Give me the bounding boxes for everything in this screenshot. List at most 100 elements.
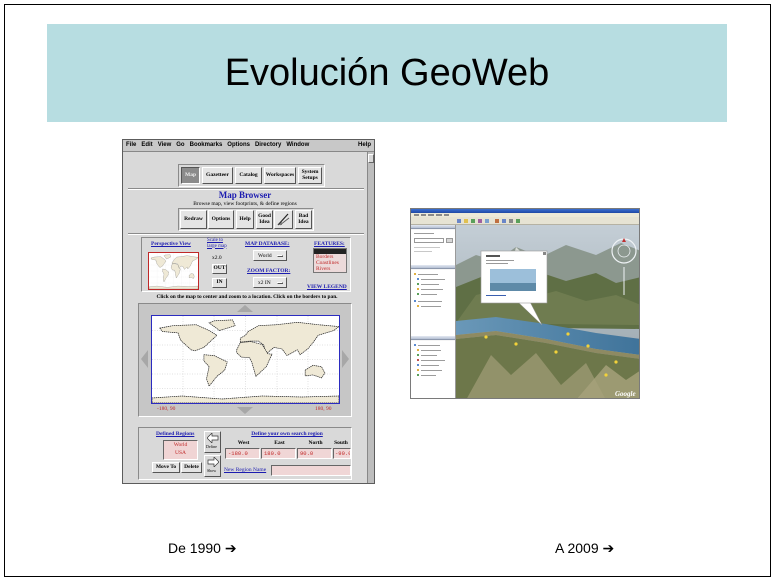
menu-item-file[interactable]: File bbox=[126, 142, 136, 148]
pan-west-arrow-icon[interactable] bbox=[141, 350, 148, 368]
redraw-button[interactable]: Redraw bbox=[180, 210, 207, 229]
options-button[interactable]: Options bbox=[208, 210, 234, 229]
view-legend-link[interactable]: VIEW LEGEND bbox=[307, 284, 347, 290]
good-idea-button[interactable]: Good Idea bbox=[256, 210, 273, 229]
placemark-pin[interactable] bbox=[514, 342, 518, 346]
features-label[interactable]: FEATURES: bbox=[314, 241, 345, 247]
layer-item[interactable] bbox=[421, 360, 445, 361]
places-item[interactable] bbox=[418, 301, 442, 302]
placemark-pin[interactable] bbox=[586, 344, 590, 348]
layer-item[interactable] bbox=[421, 375, 436, 376]
zoom-out-button[interactable]: OUT bbox=[212, 264, 227, 274]
north-input[interactable]: 90.0 bbox=[297, 448, 332, 459]
menu-item[interactable] bbox=[428, 214, 434, 216]
layer-item[interactable] bbox=[421, 355, 437, 356]
help-button[interactable]: Help bbox=[236, 210, 254, 229]
vertical-scrollbar[interactable] bbox=[367, 152, 374, 483]
3d-globe-view[interactable]: Google bbox=[456, 225, 640, 399]
zoom-in-button[interactable]: IN bbox=[212, 278, 227, 288]
places-item[interactable] bbox=[421, 284, 439, 285]
search-region-title[interactable]: Define your own search region bbox=[226, 431, 348, 437]
perspective-thumbnail[interactable] bbox=[148, 252, 199, 290]
menu-item-help[interactable]: Help bbox=[358, 140, 371, 151]
overlay-icon[interactable] bbox=[485, 219, 489, 223]
ruler-icon[interactable] bbox=[495, 219, 499, 223]
placemark-pin[interactable] bbox=[566, 332, 570, 336]
tab-gazetteer[interactable]: Gazetteer bbox=[202, 167, 233, 184]
new-region-name-input[interactable] bbox=[271, 465, 351, 476]
places-item[interactable] bbox=[421, 294, 437, 295]
defined-regions-link[interactable]: Defined Regions bbox=[156, 431, 194, 437]
balloon-link[interactable] bbox=[486, 295, 506, 296]
perspective-view-link[interactable]: Perspective View bbox=[151, 241, 191, 247]
zoom-factor-select[interactable]: x2 IN bbox=[253, 277, 287, 288]
polygon-icon[interactable] bbox=[471, 219, 475, 223]
new-region-name-link[interactable]: New Region Name bbox=[224, 467, 266, 473]
menu-item[interactable] bbox=[436, 214, 442, 216]
print-icon[interactable] bbox=[509, 219, 513, 223]
menu-item-options[interactable]: Options bbox=[227, 142, 250, 148]
move-to-button[interactable]: Move To bbox=[152, 462, 180, 473]
menu-item-edit[interactable]: Edit bbox=[141, 142, 152, 148]
draw-tool-button[interactable] bbox=[274, 210, 293, 229]
scrollbar-thumb[interactable] bbox=[368, 154, 374, 163]
tab-system-setups[interactable]: System Setups bbox=[298, 167, 322, 184]
pan-south-arrow-icon[interactable] bbox=[237, 407, 253, 414]
map-instruction: Click on the map to center and zoom to a… bbox=[156, 294, 338, 300]
placemark-pin[interactable] bbox=[554, 350, 558, 354]
bad-idea-button[interactable]: Bad Idea bbox=[295, 210, 312, 229]
pan-north-arrow-icon[interactable] bbox=[237, 305, 253, 312]
menu-item[interactable] bbox=[414, 214, 419, 216]
layer-item[interactable] bbox=[421, 350, 441, 351]
places-item[interactable] bbox=[418, 274, 438, 275]
menu-item-view[interactable]: View bbox=[158, 142, 172, 148]
map-database-label[interactable]: MAP DATABASE: bbox=[245, 241, 290, 247]
world-map[interactable] bbox=[151, 315, 340, 404]
south-input[interactable]: -90.0 bbox=[333, 448, 351, 459]
sidebar-toggle-icon[interactable] bbox=[457, 219, 461, 223]
layer-item[interactable] bbox=[421, 370, 442, 371]
menu-item-bookmarks[interactable]: Bookmarks bbox=[190, 142, 223, 148]
layer-item[interactable] bbox=[418, 345, 440, 346]
menu-item[interactable] bbox=[421, 214, 426, 216]
tab-workspaces[interactable]: Workspaces bbox=[264, 167, 296, 184]
menu-item-directory[interactable]: Directory bbox=[255, 142, 281, 148]
places-panel-header[interactable] bbox=[411, 265, 455, 269]
menu-item-window[interactable]: Window bbox=[286, 142, 309, 148]
zoom-factor-label[interactable]: ZOOM FACTOR: bbox=[247, 268, 290, 274]
defined-regions-list[interactable]: World USA bbox=[163, 440, 198, 460]
tab-map[interactable]: Map bbox=[181, 167, 200, 184]
search-panel-header[interactable] bbox=[411, 225, 455, 229]
maps-icon[interactable] bbox=[516, 219, 520, 223]
layers-panel-header[interactable] bbox=[411, 336, 455, 340]
delete-button[interactable]: Delete bbox=[181, 462, 202, 473]
close-icon[interactable] bbox=[543, 252, 546, 255]
feature-item-rivers[interactable]: Rivers bbox=[314, 266, 346, 272]
places-item[interactable] bbox=[421, 289, 443, 290]
search-input[interactable] bbox=[414, 238, 444, 243]
features-list[interactable]: Borders Coastlines Rivers bbox=[313, 248, 347, 273]
path-icon[interactable] bbox=[478, 219, 482, 223]
scale-to-large-map-link[interactable]: Scale to large map bbox=[207, 238, 231, 249]
search-button[interactable] bbox=[446, 238, 453, 243]
placemark-pin[interactable] bbox=[484, 335, 488, 339]
map-database-select[interactable]: World bbox=[253, 250, 287, 261]
search-tab[interactable] bbox=[414, 233, 434, 234]
placemark-icon[interactable] bbox=[464, 219, 468, 223]
placemark-pin[interactable] bbox=[604, 373, 608, 377]
menu-item[interactable] bbox=[444, 214, 449, 216]
show-button[interactable]: Show bbox=[204, 455, 221, 477]
places-item[interactable] bbox=[421, 306, 441, 307]
region-item-world[interactable]: World bbox=[164, 441, 197, 449]
placemark-pin[interactable] bbox=[614, 360, 618, 364]
places-item[interactable] bbox=[421, 279, 445, 280]
pan-east-arrow-icon[interactable] bbox=[342, 350, 349, 368]
region-item-usa[interactable]: USA bbox=[164, 449, 197, 457]
east-input[interactable]: 180.0 bbox=[261, 448, 296, 459]
tab-catalog[interactable]: Catalog bbox=[235, 167, 262, 184]
menu-item-go[interactable]: Go bbox=[176, 142, 184, 148]
define-button[interactable]: Define bbox=[204, 431, 221, 453]
west-input[interactable]: -180.0 bbox=[225, 448, 260, 459]
email-icon[interactable] bbox=[502, 219, 506, 223]
layer-item[interactable] bbox=[421, 365, 439, 366]
